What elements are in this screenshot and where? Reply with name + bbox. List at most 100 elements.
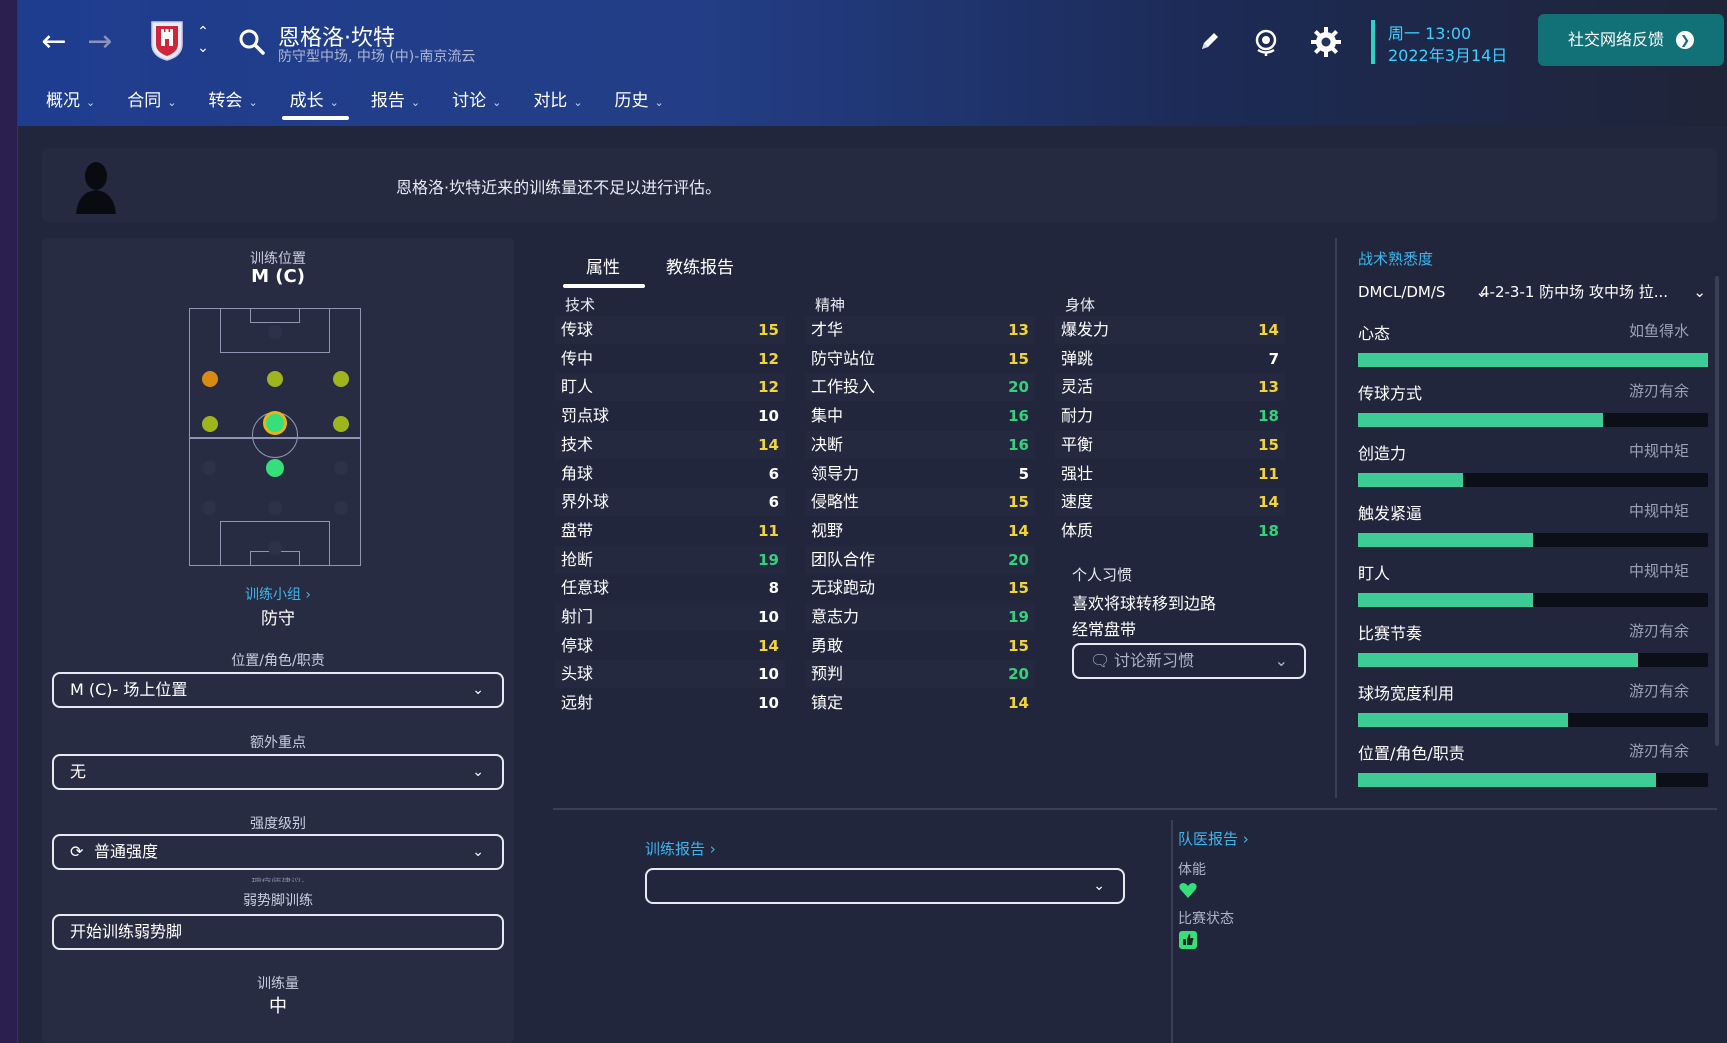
attribute-row[interactable]: 界外球 6 xyxy=(555,488,785,517)
attribute-row[interactable]: 盯人 12 xyxy=(555,373,785,402)
habit-item: 经常盘带 xyxy=(1072,620,1137,639)
attribute-row[interactable]: 体质 18 xyxy=(1055,517,1285,545)
position-dot-ml[interactable] xyxy=(202,416,218,432)
position-slot[interactable] xyxy=(202,461,216,475)
attribute-row[interactable]: 盘带 11 xyxy=(555,517,785,545)
attribute-value: 13 xyxy=(1008,321,1029,339)
familiarity-name: 传球方式 xyxy=(1358,384,1423,403)
attribute-row[interactable]: 速度 14 xyxy=(1055,488,1285,517)
attribute-value: 8 xyxy=(768,579,779,598)
attribute-row[interactable]: 强壮 11 xyxy=(1055,460,1285,488)
attribute-row[interactable]: 领导力 5 xyxy=(805,460,1035,488)
chevron-right-icon: › xyxy=(300,587,312,603)
position-slot[interactable] xyxy=(268,541,282,555)
attribute-row[interactable]: 射门 10 xyxy=(555,603,785,631)
player-switch-updown[interactable]: ⌃ ⌄ xyxy=(194,24,212,60)
attribute-row[interactable]: 意志力 19 xyxy=(805,603,1035,631)
attribute-row[interactable]: 视野 14 xyxy=(805,517,1035,545)
attribute-row[interactable]: 爆发力 14 xyxy=(1055,316,1285,344)
attribute-name: 任意球 xyxy=(561,578,610,598)
menu-contract[interactable]: 合同 ⌄ xyxy=(127,86,176,120)
position-dot-mr[interactable] xyxy=(333,416,349,432)
attribute-row[interactable]: 头球 10 xyxy=(555,660,785,689)
position-slot[interactable] xyxy=(334,501,348,515)
forward-arrow-icon[interactable]: → xyxy=(82,24,118,60)
attribute-row[interactable]: 才华 13 xyxy=(805,316,1035,344)
position-slot[interactable] xyxy=(268,501,282,515)
attribute-row[interactable]: 角球 6 xyxy=(555,460,785,488)
attribute-row[interactable]: 预判 20 xyxy=(805,660,1035,689)
training-position-pitch[interactable] xyxy=(189,308,361,566)
position-dot-aml[interactable] xyxy=(202,371,218,387)
tactic-position-select[interactable]: DMCL/DM/S ⌄ xyxy=(1358,275,1488,309)
menu-reports[interactable]: 报告 ⌄ xyxy=(371,86,420,120)
intensity-select[interactable]: ⟳ 普通强度 ⌄ xyxy=(52,834,504,870)
attribute-row[interactable]: 防守站位 15 xyxy=(805,345,1035,373)
attribute-row[interactable]: 弹跳 7 xyxy=(1055,345,1285,373)
position-dot-amr[interactable] xyxy=(333,371,349,387)
position-dot-amc[interactable] xyxy=(267,371,283,387)
attribute-row[interactable]: 无球跑动 15 xyxy=(805,574,1035,602)
attribute-row[interactable]: 灵活 13 xyxy=(1055,373,1285,402)
attribute-row[interactable]: 工作投入 20 xyxy=(805,373,1035,402)
extra-focus-select[interactable]: 无 ⌄ xyxy=(52,754,504,790)
discuss-habit-select[interactable]: 🗨 讨论新习惯 ⌄ xyxy=(1072,643,1306,679)
familiarity-bar-fill xyxy=(1358,533,1533,547)
attribute-row[interactable]: 集中 16 xyxy=(805,402,1035,430)
bottom-divider xyxy=(553,808,1717,810)
attribute-row[interactable]: 侵略性 15 xyxy=(805,488,1035,517)
attribute-row[interactable]: 传球 15 xyxy=(555,316,785,344)
attribute-name: 才华 xyxy=(811,320,844,339)
attribute-row[interactable]: 远射 10 xyxy=(555,689,785,717)
menu-history[interactable]: 历史 ⌄ xyxy=(615,86,664,120)
position-role-select[interactable]: M (C)- 场上位置 ⌄ xyxy=(52,672,504,708)
training-report-select[interactable]: ⌄ xyxy=(645,868,1125,904)
attribute-row[interactable]: 团队合作 20 xyxy=(805,545,1035,574)
attribute-row[interactable]: 抢断 19 xyxy=(555,545,785,574)
attribute-value: 15 xyxy=(1008,349,1029,368)
menu-compare[interactable]: 对比 ⌄ xyxy=(533,86,582,120)
position-dot-dm[interactable] xyxy=(266,459,284,477)
training-group-link[interactable]: 训练小组 › xyxy=(42,584,514,604)
attribute-value: 19 xyxy=(758,550,779,569)
menu-development[interactable]: 成长 ⌄ xyxy=(281,86,350,120)
position-slot[interactable] xyxy=(334,461,348,475)
date-accent-bar xyxy=(1371,20,1375,64)
attribute-row[interactable]: 罚点球 10 xyxy=(555,402,785,430)
tactics-scrollbar[interactable] xyxy=(1715,276,1719,746)
attribute-row[interactable]: 技术 14 xyxy=(555,430,785,459)
attribute-value: 11 xyxy=(758,521,779,540)
menu-label: 报告 xyxy=(370,91,405,111)
position-slot[interactable] xyxy=(202,501,216,515)
menu-transfer[interactable]: 转会 ⌄ xyxy=(208,86,257,120)
back-arrow-icon[interactable]: ← xyxy=(36,24,72,60)
position-slot[interactable] xyxy=(268,325,282,339)
tab-attributes[interactable]: 属性 xyxy=(586,253,620,278)
attribute-row[interactable]: 决断 16 xyxy=(805,430,1035,459)
attribute-row[interactable]: 耐力 18 xyxy=(1055,402,1285,430)
medical-report-link[interactable]: 队医报告 › xyxy=(1178,828,1249,849)
training-report-link[interactable]: 训练报告 › xyxy=(645,838,716,859)
pencil-icon[interactable] xyxy=(1191,24,1227,60)
menu-overview[interactable]: 概况 ⌄ xyxy=(46,86,95,120)
attribute-row[interactable]: 任意球 8 xyxy=(555,574,785,602)
training-settings-panel: 训练位置 M (C) 训练小组 › 防守 位置/角色/职责 M (C)- 场上位… xyxy=(42,238,514,1043)
world-football-icon[interactable] xyxy=(1248,24,1284,60)
player-subtitle[interactable]: 防守型中场, 中场 (中)-南京流云 xyxy=(278,46,475,66)
search-icon[interactable] xyxy=(238,28,266,56)
speech-bubble-icon: 🗨 xyxy=(1090,651,1111,670)
menu-discuss[interactable]: 讨论 ⌄ xyxy=(452,86,501,120)
gear-icon[interactable] xyxy=(1308,24,1344,60)
attribute-row[interactable]: 勇敢 15 xyxy=(805,632,1035,660)
tactic-formation-select[interactable]: 4-2-3-1 防中场 攻中场 拉... ⌄ xyxy=(1480,275,1706,309)
position-dot-mc-selected[interactable] xyxy=(263,411,287,435)
attribute-row[interactable]: 镇定 14 xyxy=(805,689,1035,717)
attribute-row[interactable]: 停球 14 xyxy=(555,632,785,660)
tab-coach-report[interactable]: 教练报告 xyxy=(666,253,734,278)
attribute-row[interactable]: 平衡 15 xyxy=(1055,430,1285,459)
weak-foot-button[interactable]: 开始训练弱势脚 xyxy=(52,914,504,950)
attribute-row[interactable]: 传中 12 xyxy=(555,345,785,373)
attribute-name: 意志力 xyxy=(811,607,860,626)
social-feedback-button[interactable]: 社交网络反馈 ❯ xyxy=(1538,14,1724,66)
club-badge-icon[interactable] xyxy=(150,20,184,62)
